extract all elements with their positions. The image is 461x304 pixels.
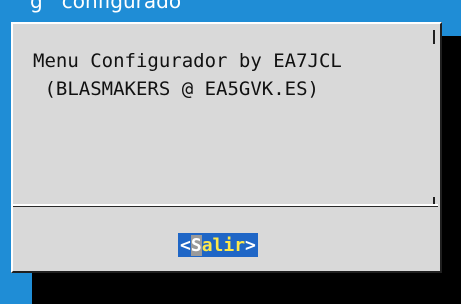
background-title-strip: g configurado <box>0 0 461 14</box>
button-hotkey: S <box>190 234 202 256</box>
button-open-bracket: < <box>180 234 191 256</box>
dialog-shadow-right <box>441 36 461 276</box>
border-tick <box>433 30 435 44</box>
button-separator-shadow <box>13 206 438 207</box>
message-line-1: Menu Configurador by EA7JCL <box>33 50 342 72</box>
dialog-message: Menu Configurador by EA7JCL (BLASMAKERS … <box>33 47 342 103</box>
message-line-2: (BLASMAKERS @ EA5GVK.ES) <box>33 78 319 100</box>
dialog-shadow-bottom <box>32 272 461 304</box>
exit-button[interactable]: < Salir > <box>178 233 258 257</box>
button-label: alir <box>201 234 246 256</box>
background-title-text: g configurado <box>30 0 182 13</box>
button-close-bracket: > <box>245 234 256 256</box>
message-dialog: Menu Configurador by EA7JCL (BLASMAKERS … <box>11 22 442 273</box>
